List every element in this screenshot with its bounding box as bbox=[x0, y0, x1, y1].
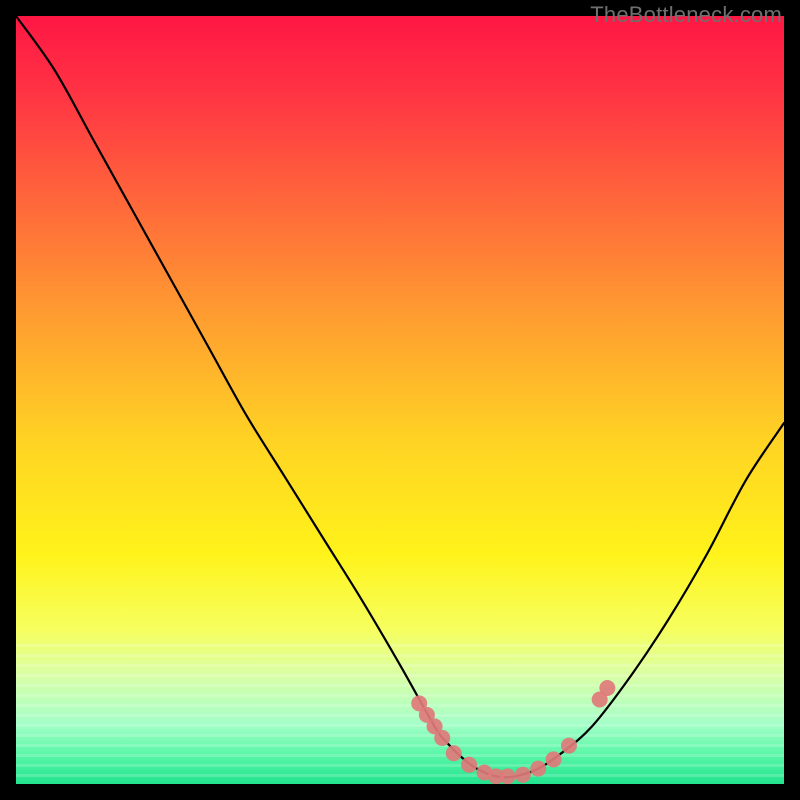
chart-frame: TheBottleneck.com bbox=[0, 0, 800, 800]
data-point bbox=[446, 745, 462, 761]
data-point bbox=[530, 761, 546, 777]
plot-area bbox=[16, 16, 784, 784]
data-point bbox=[561, 738, 577, 754]
data-point bbox=[500, 768, 516, 784]
data-point bbox=[434, 730, 450, 746]
data-point bbox=[515, 767, 531, 783]
gradient-background bbox=[16, 16, 784, 784]
data-point bbox=[461, 757, 477, 773]
bottleneck-chart bbox=[16, 16, 784, 784]
watermark-label: TheBottleneck.com bbox=[590, 2, 782, 28]
data-point bbox=[546, 751, 562, 767]
data-point bbox=[599, 680, 615, 696]
